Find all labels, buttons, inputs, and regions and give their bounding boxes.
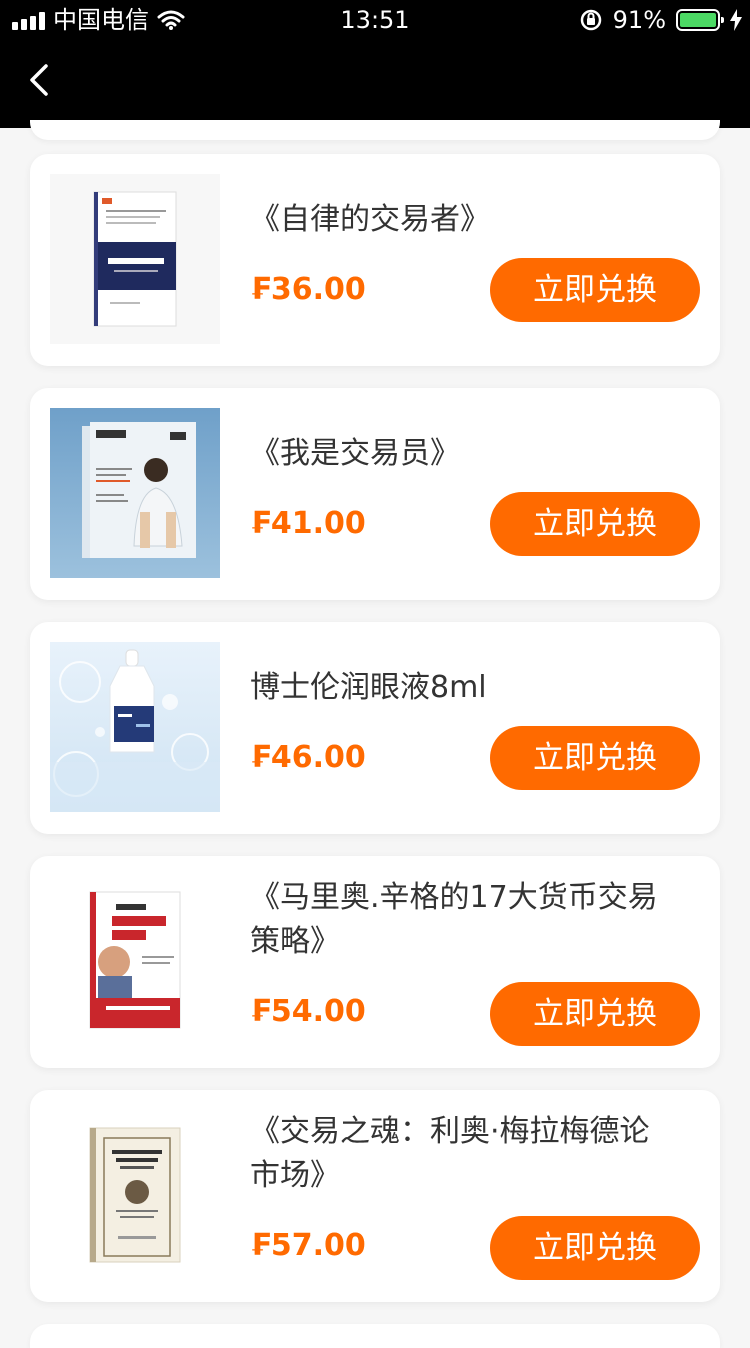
product-title: 《交易之魂：利奥·梅拉梅德论市场》 [250, 1114, 650, 1193]
product-title: 博士伦润眼液8ml [250, 670, 487, 705]
redeem-button[interactable]: 立即兑换 [490, 1216, 700, 1280]
status-bar: 中国电信 13:51 91% [0, 0, 750, 40]
battery-icon [676, 9, 724, 31]
product-title: 《马里奥.辛格的17大货币交易策略》 [250, 880, 658, 959]
product-title: 《自律的交易者》 [250, 202, 490, 237]
redeem-button[interactable]: 立即兑换 [490, 982, 700, 1046]
product-card[interactable]: 《我是交易员》 ₣41.00 立即兑换 [30, 388, 720, 600]
product-title: 《我是交易员》 [250, 436, 460, 471]
battery-percent: 91% [612, 6, 666, 34]
product-card[interactable]: 《自律的交易者》 ₣36.00 立即兑换 [30, 154, 720, 366]
product-price: ₣36.00 [250, 272, 366, 307]
redeem-button[interactable]: 立即兑换 [490, 258, 700, 322]
product-card[interactable]: 《交易之魂：利奥·梅拉梅德论市场》 ₣57.00 立即兑换 [30, 1090, 720, 1302]
product-image [50, 642, 220, 812]
product-card[interactable]: 博士伦润眼液8ml ₣46.00 立即兑换 [30, 622, 720, 834]
back-chevron-icon[interactable] [22, 58, 62, 102]
product-card[interactable]: 《马里奥.辛格的17大货币交易策略》 ₣54.00 立即兑换 [30, 856, 720, 1068]
product-image [50, 876, 220, 1046]
product-image [50, 174, 220, 344]
card-next-edge [30, 1324, 720, 1348]
charging-bolt-icon [730, 9, 742, 31]
product-price: ₣41.00 [250, 506, 366, 541]
product-price: ₣54.00 [250, 994, 366, 1029]
orientation-lock-icon [580, 9, 601, 31]
redeem-button[interactable]: 立即兑换 [490, 492, 700, 556]
product-price: ₣57.00 [250, 1228, 366, 1263]
redeem-button[interactable]: 立即兑换 [490, 726, 700, 790]
product-image [50, 1110, 220, 1280]
top-bar: 中国电信 13:51 91% [0, 0, 750, 128]
product-price: ₣46.00 [250, 740, 366, 775]
card-previous-edge [30, 120, 720, 140]
product-image [50, 408, 220, 578]
